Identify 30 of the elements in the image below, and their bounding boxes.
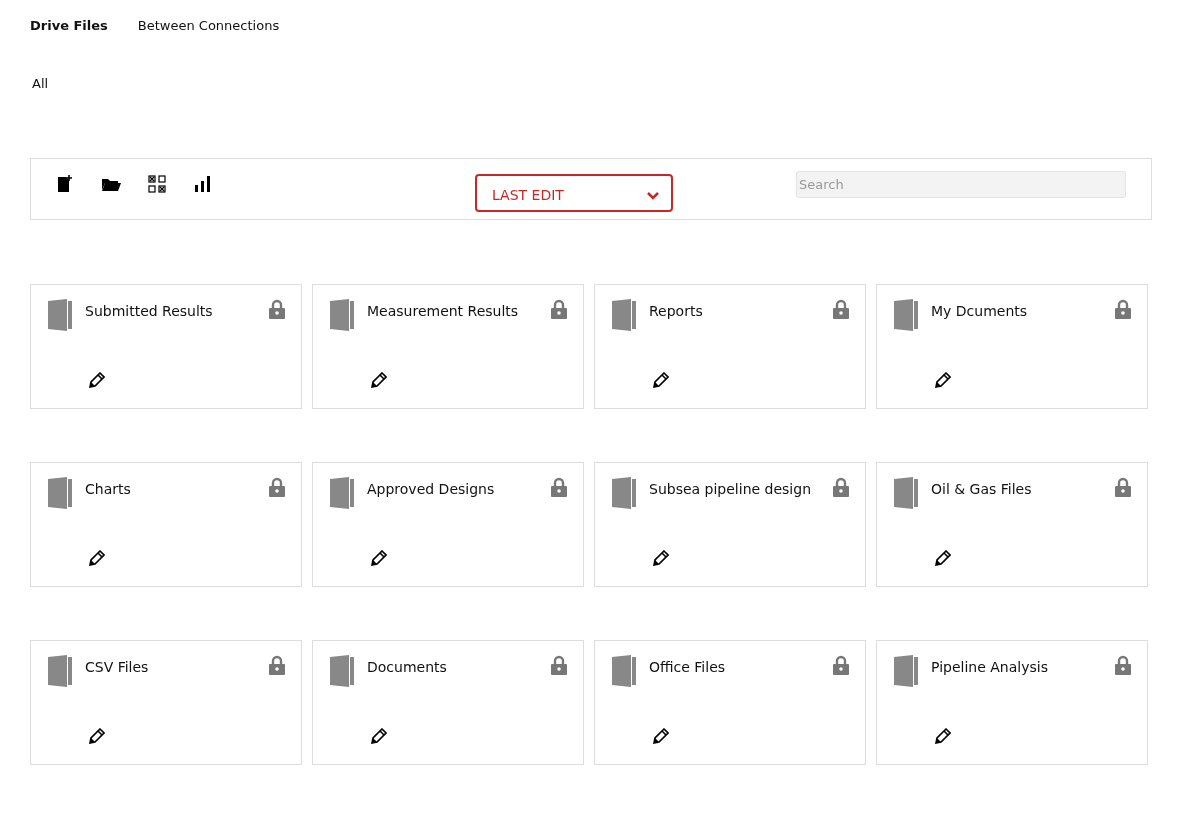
folder-card[interactable]: Oil & Gas Files: [876, 462, 1148, 587]
folder-card[interactable]: Pipeline Analysis: [876, 640, 1148, 765]
folder-name: Subsea pipeline design: [649, 481, 813, 497]
folder-card[interactable]: Measurement Results: [312, 284, 584, 409]
folder-name: Documents: [367, 659, 448, 675]
folder-name: Oil & Gas Files: [931, 481, 1033, 497]
tab[interactable]: Between Connections: [137, 18, 280, 33]
folder-card[interactable]: Approved Designs: [312, 462, 584, 587]
folder-card[interactable]: Documents: [312, 640, 584, 765]
search-field[interactable]: Search: [796, 170, 1126, 198]
folder-card[interactable]: Charts: [30, 462, 302, 587]
folder-card[interactable]: Submitted Results: [30, 284, 302, 409]
folder-name: CSV Files: [85, 659, 150, 675]
folder-name: My Dcuments: [931, 303, 1029, 319]
folder-card[interactable]: Office Files: [594, 640, 866, 765]
tab[interactable]: Drive Files: [30, 18, 108, 33]
folder-name: Pipeline Analysis: [931, 659, 1049, 675]
sort-dropdown[interactable]: LAST EDIT: [475, 174, 673, 212]
folder-card[interactable]: My Dcuments: [876, 284, 1148, 409]
folder-name: Office Files: [649, 659, 727, 675]
folder-name: Reports: [649, 303, 704, 319]
folder-name: Approved Designs: [367, 481, 496, 497]
filter-link[interactable]: All: [32, 76, 49, 91]
folder-name: Submitted Results: [85, 303, 214, 319]
folder-name: Measurement Results: [367, 303, 520, 319]
folder-card[interactable]: Reports: [594, 284, 866, 409]
folder-name: Charts: [85, 481, 132, 497]
folder-card[interactable]: Subsea pipeline design: [594, 462, 866, 587]
grid-icon[interactable]: [145, 172, 169, 196]
folder-card[interactable]: CSV Files: [30, 640, 302, 765]
